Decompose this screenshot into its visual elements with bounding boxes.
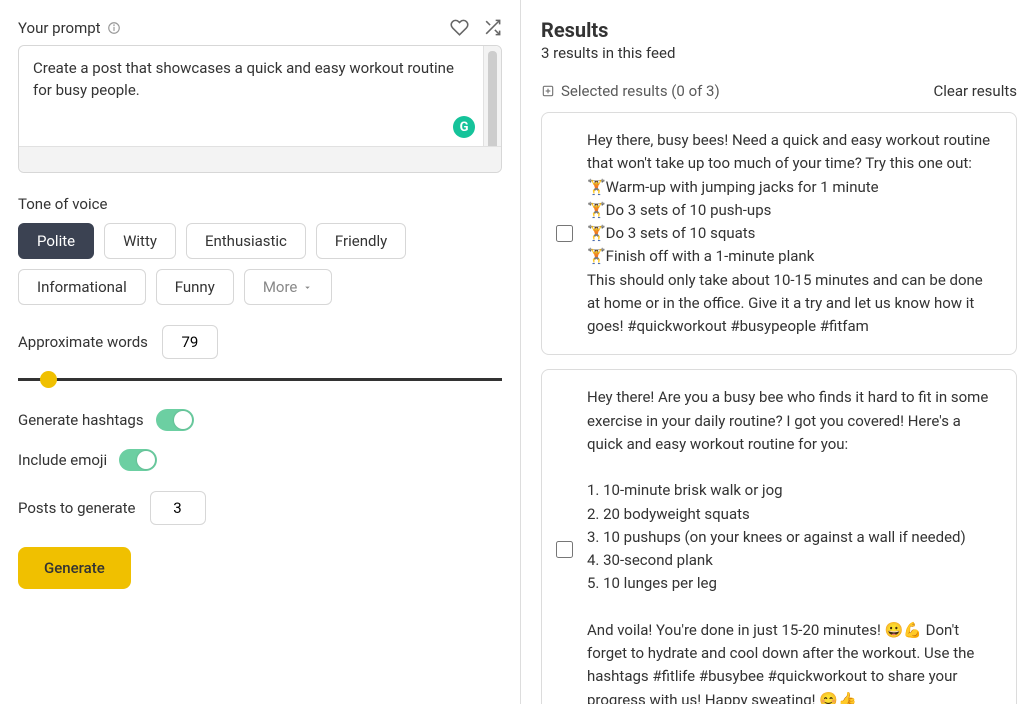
generate-button[interactable]: Generate bbox=[18, 547, 131, 589]
result-checkbox[interactable] bbox=[556, 225, 573, 242]
hashtags-label: Generate hashtags bbox=[18, 411, 144, 429]
tone-options: Polite Witty Enthusiastic Friendly Informati… bbox=[18, 223, 502, 305]
posts-label: Posts to generate bbox=[18, 499, 136, 517]
approx-words-slider[interactable] bbox=[18, 369, 502, 391]
grammarly-icon[interactable]: G bbox=[453, 116, 475, 138]
results-title: Results bbox=[541, 18, 1017, 42]
results-subtitle: 3 results in this feed bbox=[541, 44, 1017, 62]
tone-funny[interactable]: Funny bbox=[156, 269, 234, 305]
info-icon[interactable] bbox=[107, 21, 121, 35]
selected-results-label: Selected results (0 of 3) bbox=[561, 82, 720, 100]
expand-selected[interactable]: Selected results (0 of 3) bbox=[541, 82, 720, 100]
shuffle-icon[interactable] bbox=[483, 18, 502, 37]
emoji-toggle[interactable] bbox=[119, 449, 157, 471]
tone-informational[interactable]: Informational bbox=[18, 269, 146, 305]
prompt-textarea-wrap: G bbox=[18, 45, 502, 173]
result-text: Hey there! Are you a busy bee who finds … bbox=[587, 386, 998, 704]
approx-words-label: Approximate words bbox=[18, 333, 148, 351]
prompt-label: Your prompt bbox=[18, 19, 101, 37]
tone-more-button[interactable]: More bbox=[244, 269, 333, 305]
result-card: Hey there, busy bees! Need a quick and e… bbox=[541, 112, 1017, 355]
prompt-textarea[interactable] bbox=[19, 46, 501, 142]
result-card: Hey there! Are you a busy bee who finds … bbox=[541, 369, 1017, 704]
result-text: Hey there, busy bees! Need a quick and e… bbox=[587, 129, 998, 338]
emoji-label: Include emoji bbox=[18, 451, 107, 469]
tone-enthusiastic[interactable]: Enthusiastic bbox=[186, 223, 306, 259]
clear-results-button[interactable]: Clear results bbox=[933, 82, 1017, 100]
tone-friendly[interactable]: Friendly bbox=[316, 223, 406, 259]
posts-input[interactable] bbox=[150, 491, 206, 525]
textarea-footer bbox=[19, 146, 501, 172]
approx-words-input[interactable] bbox=[162, 325, 218, 359]
tone-polite[interactable]: Polite bbox=[18, 223, 94, 259]
result-checkbox[interactable] bbox=[556, 541, 573, 558]
hashtags-toggle[interactable] bbox=[156, 409, 194, 431]
tone-witty[interactable]: Witty bbox=[104, 223, 176, 259]
tone-label: Tone of voice bbox=[18, 195, 502, 213]
heart-icon[interactable] bbox=[450, 18, 469, 37]
